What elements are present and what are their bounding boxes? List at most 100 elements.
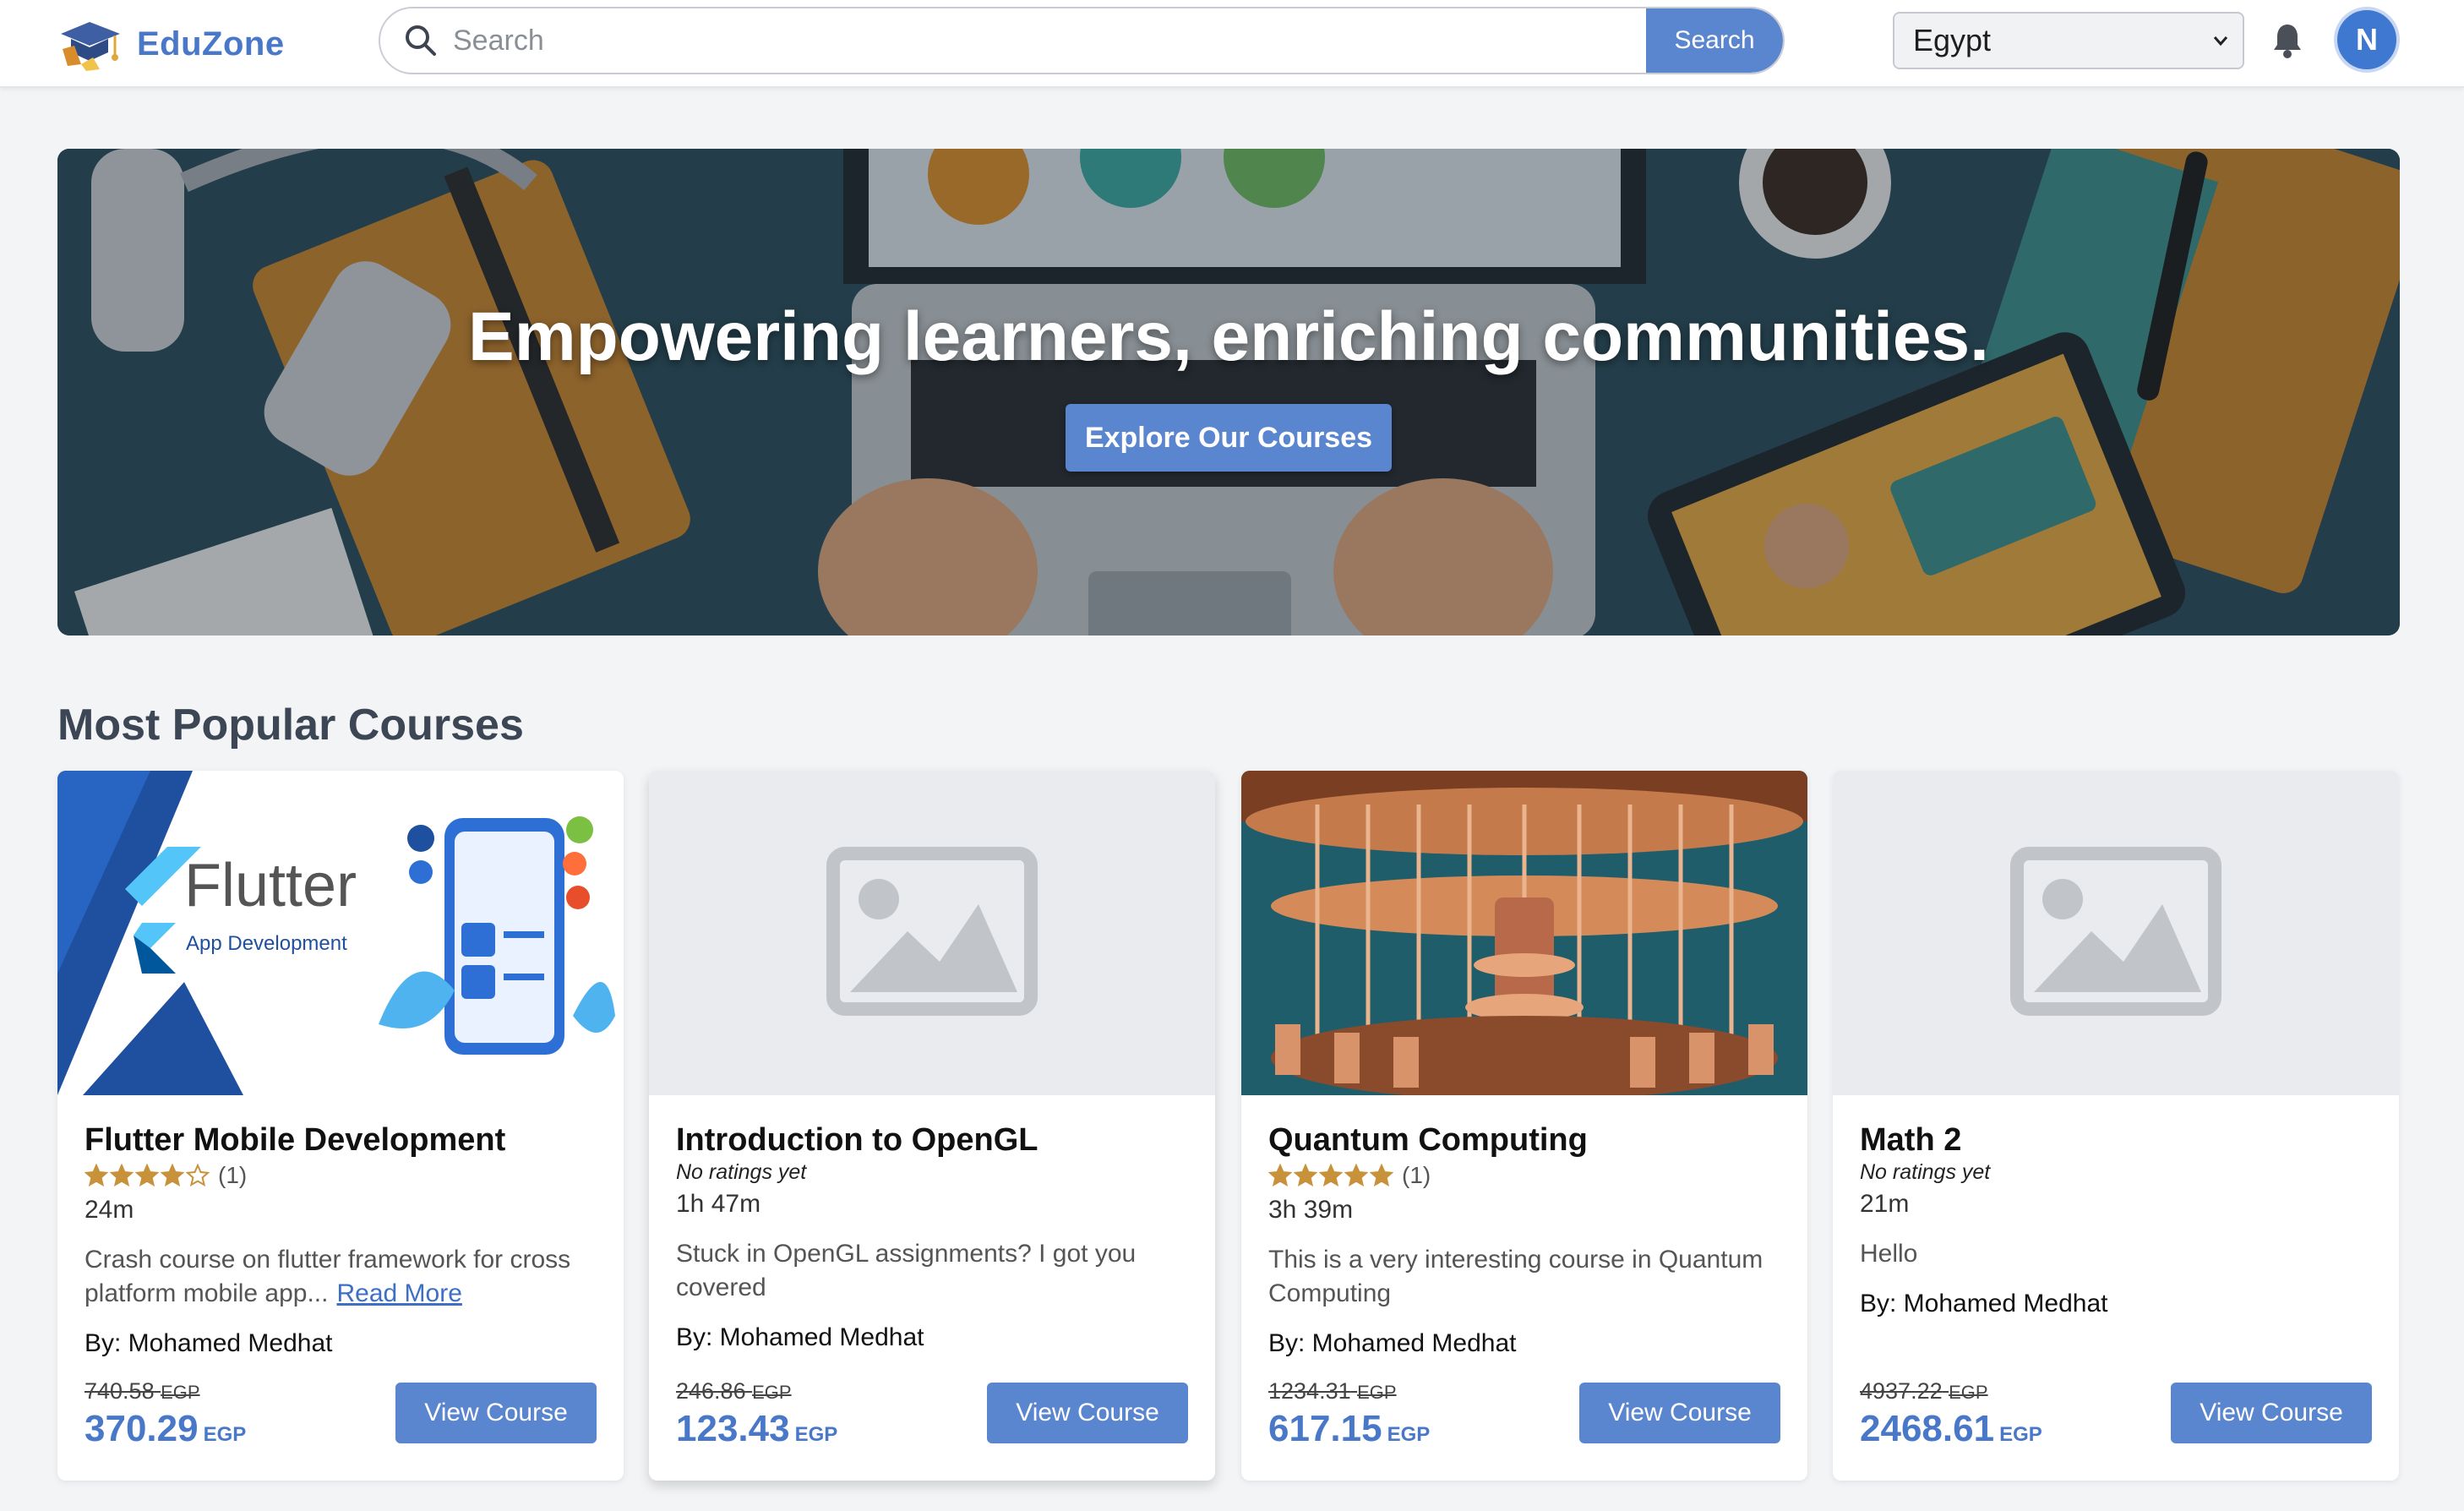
no-ratings-label: No ratings yet <box>1860 1160 1991 1184</box>
thumbnail-brand-text: Flutter <box>184 852 357 919</box>
course-thumbnail <box>649 771 1215 1095</box>
original-price: 246.86 EGP <box>676 1378 837 1405</box>
bell-icon[interactable] <box>2271 22 2303 59</box>
rating-row: (1) <box>84 1160 597 1191</box>
original-price: 4937.22 EGP <box>1860 1378 2042 1405</box>
rating-count: (1) <box>1402 1162 1431 1188</box>
course-title[interactable]: Quantum Computing <box>1268 1122 1780 1159</box>
course-author: By: Mohamed Medhat <box>1860 1290 2108 1317</box>
currency-label: EGP <box>203 1423 247 1446</box>
course-card[interactable]: Flutter App Development Flutter Mobile D… <box>57 771 624 1481</box>
view-course-button[interactable]: View Course <box>987 1383 1188 1443</box>
course-thumbnail <box>1833 771 2399 1095</box>
original-price: 1234.31 EGP <box>1268 1378 1430 1405</box>
currency-label: EGP <box>1999 1423 2042 1446</box>
flutter-thumbnail-image: Flutter App Development <box>57 771 624 1095</box>
currency-label: EGP <box>1949 1382 1988 1403</box>
course-description: Hello <box>1860 1240 1918 1268</box>
star-filled-icon <box>1294 1164 1317 1187</box>
star-filled-icon <box>110 1164 134 1187</box>
view-course-button[interactable]: View Course <box>395 1383 597 1443</box>
star-filled-icon <box>161 1164 184 1187</box>
original-price-value: 246.86 <box>676 1378 746 1404</box>
star-filled-icon <box>135 1164 159 1187</box>
course-card[interactable]: Math 2 No ratings yet 21m Hello By: Moha… <box>1833 771 2399 1481</box>
search-bar: Search <box>379 7 1785 74</box>
course-description: Stuck in OpenGL assignments? I got you c… <box>676 1240 1137 1301</box>
course-card-body: Math 2 No ratings yet 21m Hello By: Moha… <box>1860 1122 2372 1318</box>
thumbnail-subtitle-text: App Development <box>186 932 347 955</box>
currency-label: EGP <box>1357 1382 1397 1403</box>
discounted-price-value: 617.15 <box>1268 1408 1382 1449</box>
course-author: By: Mohamed Medhat <box>1268 1329 1517 1357</box>
course-card[interactable]: Quantum Computing (1) 3h 39m This is a v… <box>1241 771 1807 1481</box>
star-empty-icon <box>186 1164 210 1187</box>
view-course-button[interactable]: View Course <box>1579 1383 1780 1443</box>
star-filled-icon <box>1268 1164 1292 1187</box>
price-area: 4937.22 EGP 2468.61 EGP <box>1860 1378 2042 1450</box>
course-title[interactable]: Flutter Mobile Development <box>84 1122 597 1159</box>
price-area: 246.86 EGP 123.43 EGP <box>676 1378 837 1450</box>
course-description-text: Crash course on flutter framework for cr… <box>84 1246 571 1307</box>
no-ratings-label: No ratings yet <box>676 1160 807 1184</box>
discounted-price-value: 123.43 <box>676 1408 790 1449</box>
rating-row: (1) <box>1268 1160 1780 1191</box>
course-description: Crash course on flutter framework for cr… <box>84 1243 597 1311</box>
original-price-value: 4937.22 <box>1860 1378 1943 1404</box>
top-navigation-bar: EduZone Search Egypt N <box>0 0 2464 88</box>
price-area: 740.58 EGP 370.29 EGP <box>84 1378 246 1450</box>
course-duration: 24m <box>84 1196 134 1224</box>
star-filled-icon <box>84 1164 108 1187</box>
discounted-price: 370.29 EGP <box>84 1408 246 1450</box>
hero-title: Empowering learners, enriching communiti… <box>468 298 1989 375</box>
course-thumbnail: Flutter App Development <box>57 771 624 1095</box>
read-more-link[interactable]: Read More <box>336 1279 461 1307</box>
course-author: By: Mohamed Medhat <box>676 1323 924 1351</box>
course-card-body: Introduction to OpenGL No ratings yet 1h… <box>676 1122 1188 1352</box>
course-thumbnail <box>1241 771 1807 1095</box>
course-duration: 21m <box>1860 1190 1910 1218</box>
rating-count: (1) <box>218 1162 248 1188</box>
original-price: 740.58 EGP <box>84 1378 246 1405</box>
search-input[interactable] <box>453 8 1646 73</box>
user-avatar[interactable]: N <box>2334 7 2400 73</box>
image-placeholder-icon <box>826 847 1038 1016</box>
star-filled-icon <box>1370 1164 1393 1187</box>
star-rating <box>1268 1164 1393 1187</box>
course-duration: 3h 39m <box>1268 1196 1354 1224</box>
currency-label: EGP <box>752 1382 792 1403</box>
currency-label: EGP <box>794 1423 838 1446</box>
course-card[interactable]: Introduction to OpenGL No ratings yet 1h… <box>649 771 1215 1481</box>
discounted-price-value: 370.29 <box>84 1408 199 1449</box>
star-rating <box>84 1164 210 1187</box>
discounted-price: 2468.61 EGP <box>1860 1408 2042 1450</box>
country-select[interactable]: Egypt <box>1893 12 2244 69</box>
hero-overlay <box>57 149 2400 635</box>
price-area: 1234.31 EGP 617.15 EGP <box>1268 1378 1430 1450</box>
currency-label: EGP <box>1387 1423 1431 1446</box>
course-title[interactable]: Introduction to OpenGL <box>676 1122 1188 1159</box>
search-icon <box>406 25 436 56</box>
search-button[interactable]: Search <box>1646 8 1783 73</box>
chevron-down-icon <box>2213 36 2228 46</box>
course-card-body: Flutter Mobile Development (1) 24m Crash… <box>84 1122 597 1358</box>
country-select-value: Egypt <box>1913 23 1992 57</box>
logo[interactable]: EduZone <box>56 12 285 76</box>
view-course-button[interactable]: View Course <box>2171 1383 2372 1443</box>
currency-label: EGP <box>161 1382 200 1403</box>
course-author: By: Mohamed Medhat <box>84 1329 333 1357</box>
star-filled-icon <box>1344 1164 1368 1187</box>
image-placeholder-icon <box>2010 847 2221 1016</box>
star-filled-icon <box>1319 1164 1343 1187</box>
discounted-price-value: 2468.61 <box>1860 1408 1995 1449</box>
course-description: This is a very interesting course in Qua… <box>1268 1246 1764 1307</box>
original-price-value: 1234.31 <box>1268 1378 1351 1404</box>
quantum-computer-thumbnail-image <box>1241 771 1807 1095</box>
course-title[interactable]: Math 2 <box>1860 1122 2372 1159</box>
discounted-price: 123.43 EGP <box>676 1408 837 1450</box>
explore-courses-button[interactable]: Explore Our Courses <box>1066 404 1392 472</box>
course-card-body: Quantum Computing (1) 3h 39m This is a v… <box>1268 1122 1780 1358</box>
graduation-cap-icon <box>61 22 120 71</box>
logo-text: EduZone <box>137 25 285 63</box>
discounted-price: 617.15 EGP <box>1268 1408 1430 1450</box>
